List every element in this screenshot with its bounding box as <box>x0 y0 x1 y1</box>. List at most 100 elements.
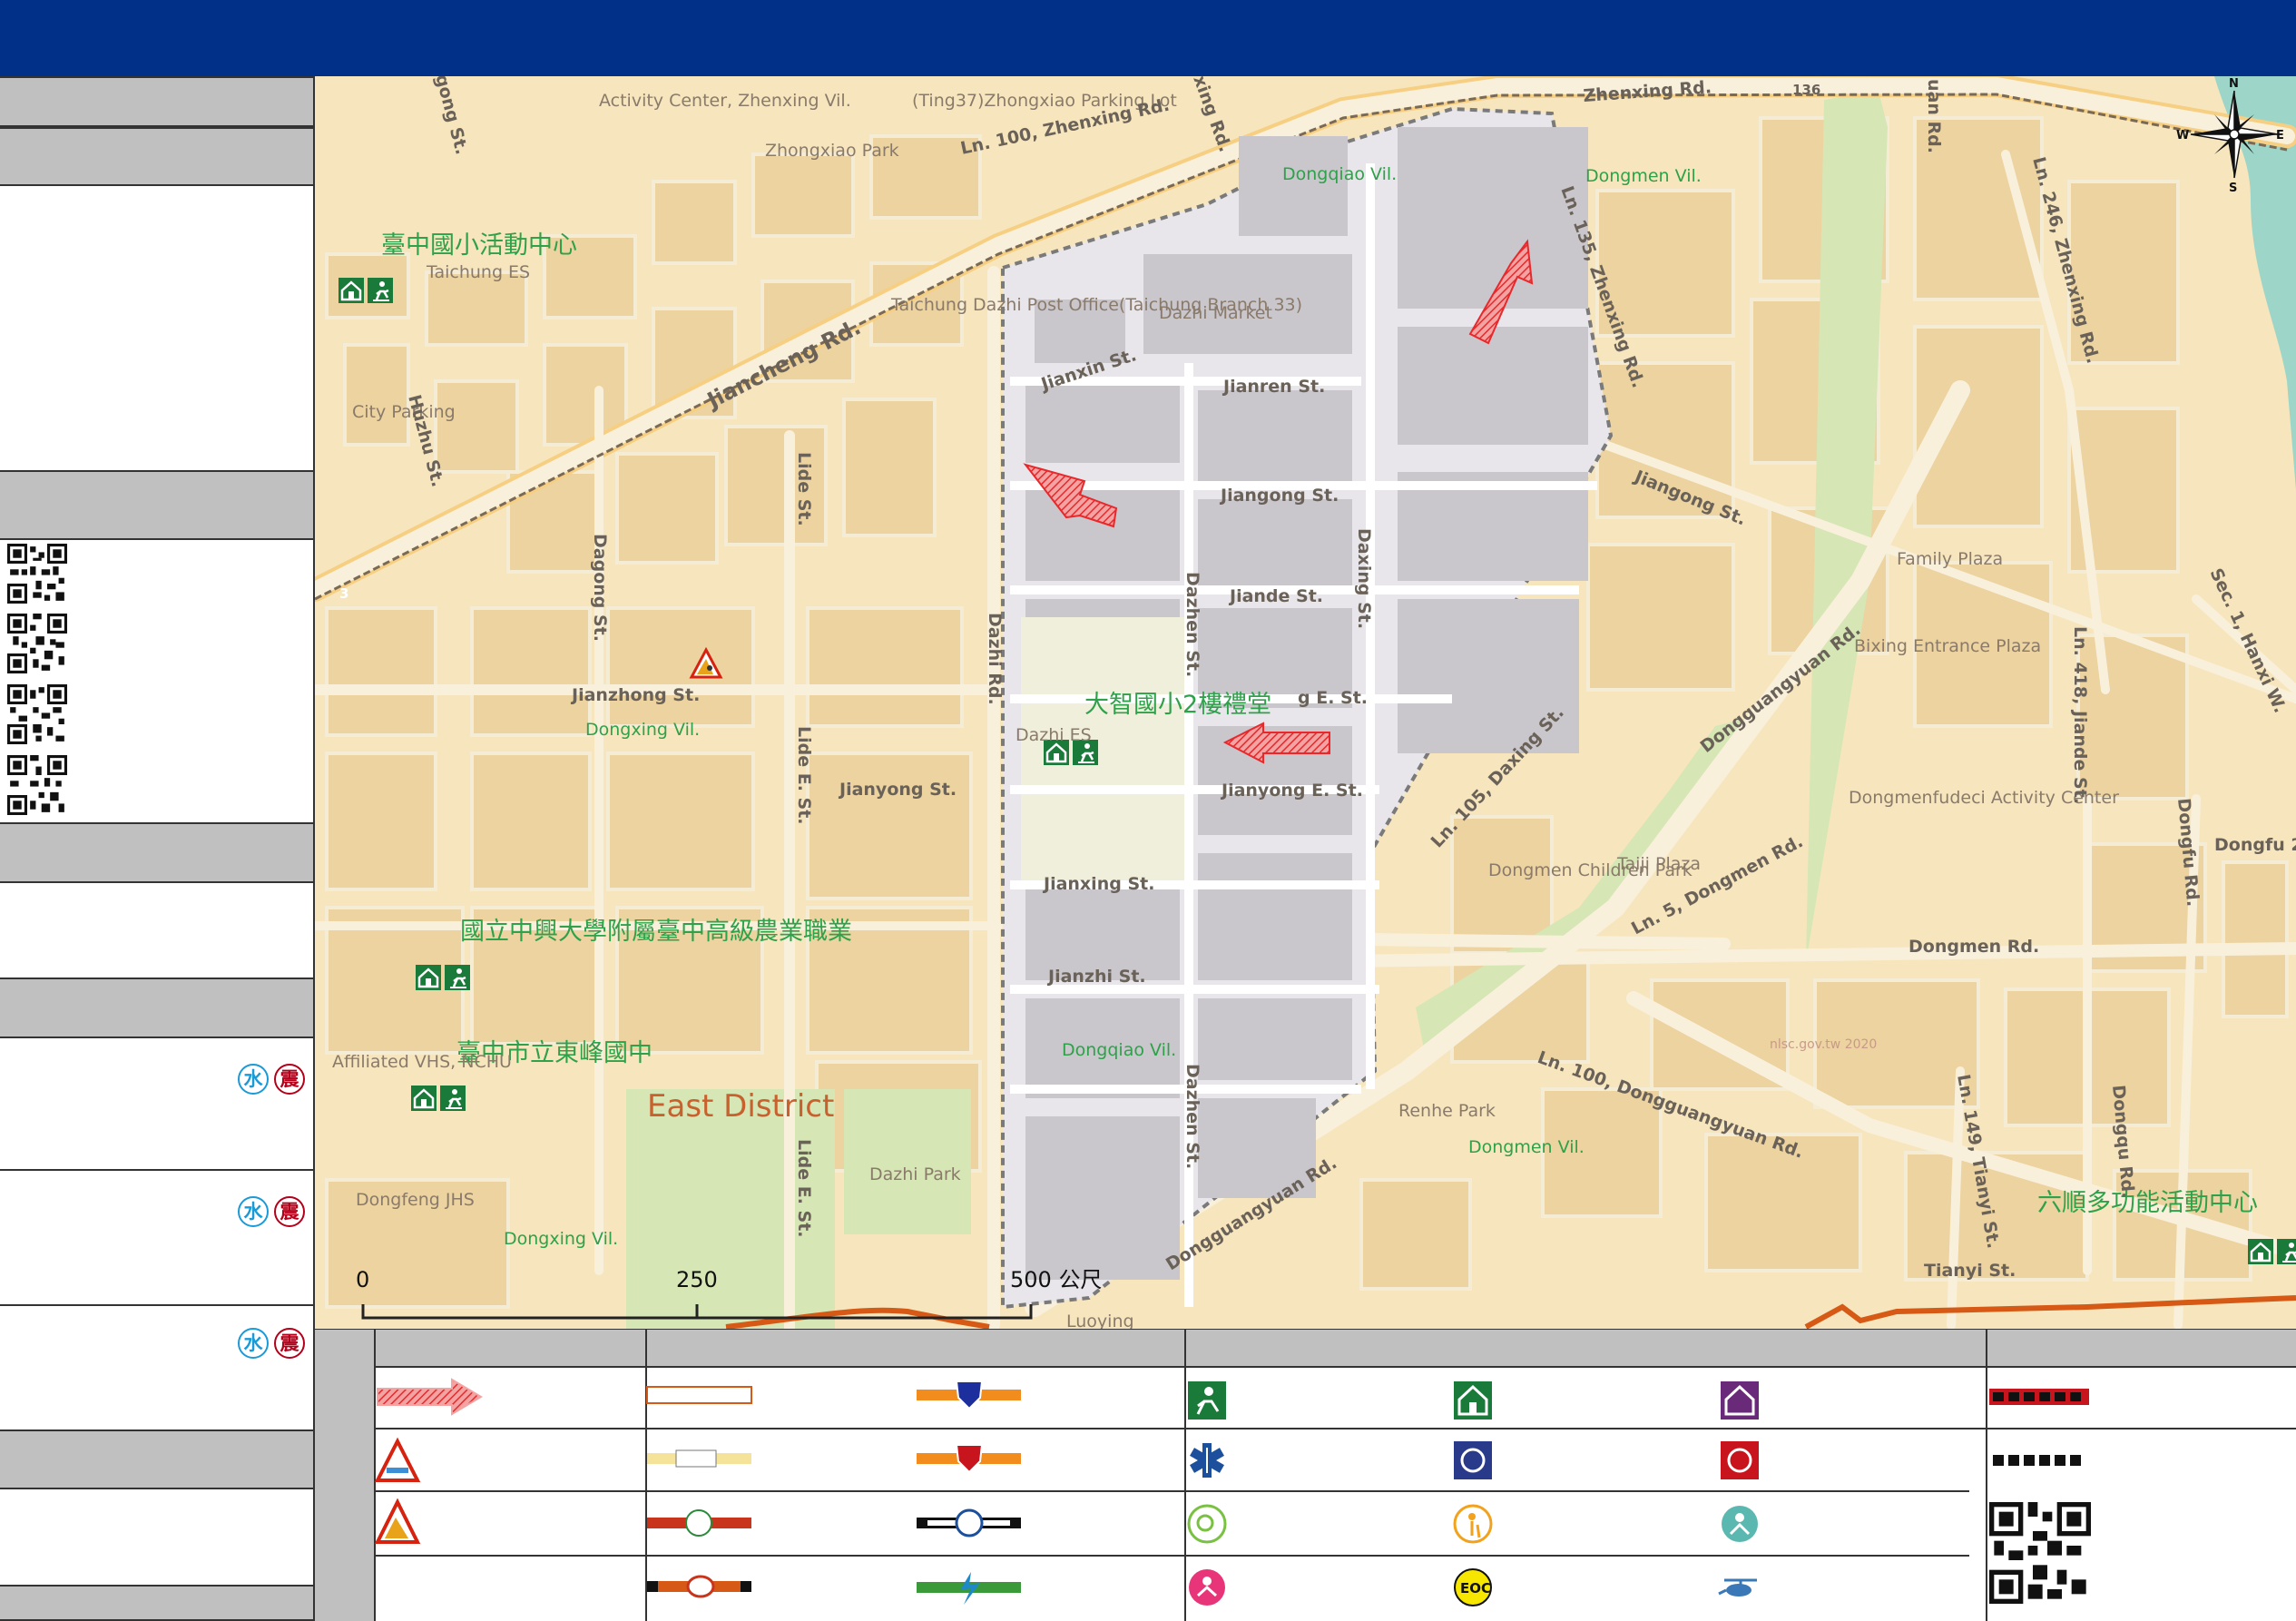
sidebar-section-header <box>0 76 313 127</box>
map-label-district: East District <box>647 1088 834 1125</box>
legend-shelter-house-icon <box>1454 1381 1492 1420</box>
earthquake-hazard-icon: 震 <box>274 1064 305 1095</box>
legend-childcare-icon <box>1722 1506 1758 1542</box>
map-label-poi: Affiliated VHS, NCHU <box>332 1052 512 1072</box>
svg-text:EOC: EOC <box>1460 1580 1491 1596</box>
map-label-street: Tianyi St. <box>1924 1261 2016 1281</box>
map-label-taichung-es-center: 臺中國小活動中心 <box>381 231 577 260</box>
sidebar-section-header <box>0 127 313 186</box>
qr-code-4[interactable] <box>7 755 67 815</box>
sidebar-info-panel <box>0 186 313 364</box>
map-label-road-number: 3 <box>339 585 348 602</box>
map-label-street: Lide E. St. <box>794 726 814 825</box>
qr-code-1[interactable] <box>7 544 67 604</box>
map-label-ag-vhs: 國立中興大學附屬臺中高級農業職業 <box>460 918 852 946</box>
map-label-village: Dongmen Vil. <box>1468 1137 1585 1157</box>
map-label-poi: Dazhi ES <box>1016 725 1092 745</box>
scale-label: 250 <box>676 1267 718 1292</box>
map-legend: EOC <box>315 1329 2296 1621</box>
sidebar-section-header <box>0 978 313 1038</box>
legend-qr-code[interactable] <box>1989 1502 2091 1604</box>
map-label-road-number: 136 <box>1792 82 1820 98</box>
map-label-street: Jianzhi St. <box>1046 967 1146 987</box>
map-label-poi: Dazhi Market <box>1159 303 1272 323</box>
map-label-street: Dazhi Rd. <box>985 613 1005 705</box>
map-label-street: Lide St. <box>794 452 814 526</box>
map-label-liushun: 六順多功能活動中心 <box>2037 1189 2258 1217</box>
scale-label: 500 公尺 <box>1010 1267 1102 1292</box>
map-label-poi: Bixing Entrance Plaza <box>1854 636 2041 656</box>
legend-elderly-care-icon <box>1453 1504 1493 1544</box>
legend-district-boundary <box>1989 1389 2089 1405</box>
legend-eoc-icon: EOC <box>1454 1568 1492 1606</box>
map-label-poi: Activity Center, Zhenxing Vil. <box>599 91 851 111</box>
sidebar-section-header <box>0 1585 313 1621</box>
legend-welfare-icon <box>1189 1569 1225 1606</box>
map-label-poi: Zhongxiao Park <box>765 141 899 161</box>
map-label-village: Dongxing Vil. <box>504 1229 618 1249</box>
map-label-village: Dongxing Vil. <box>585 720 700 740</box>
flood-hazard-icon: 水 <box>238 1196 269 1227</box>
map-label-street: Dongfu 2nd <box>2214 835 2296 855</box>
map-label-street: Ln. 418, Jiande St. <box>2070 626 2090 804</box>
map-label-street: Dongmen Rd. <box>1908 937 2039 957</box>
map-label-street: g E. St. <box>1298 688 1368 708</box>
map-label-poi: Renhe Park <box>1398 1101 1496 1121</box>
sidebar-shelter-row[interactable]: 水 震 <box>0 1306 313 1429</box>
map-label-poi: Dongmen Children Park <box>1488 860 1693 880</box>
map-label-street: Jiande St. <box>1228 586 1323 606</box>
map-label-street: Jianxing St. <box>1042 874 1154 894</box>
sidebar-section-header <box>0 470 313 540</box>
legend-police-icon <box>1454 1441 1492 1479</box>
map-label-poi: Dazhi Park <box>869 1164 961 1184</box>
evacuation-map[interactable]: 臺中國小活動中心 大智國小2樓禮堂 國立中興大學附屬臺中高級農業職業 臺中市立東… <box>315 76 2296 1329</box>
svg-text:W: W <box>2176 129 2189 142</box>
map-label-dazhi-hall: 大智國小2樓禮堂 <box>1084 691 1271 719</box>
map-label-poi: Taichung ES <box>426 262 530 282</box>
qr-code-2[interactable] <box>7 614 67 673</box>
sidebar-section-header <box>0 822 313 883</box>
earthquake-hazard-icon: 震 <box>274 1328 305 1359</box>
svg-text:E: E <box>2276 129 2284 142</box>
svg-text:N: N <box>2229 77 2239 91</box>
sidebar-section-header <box>0 1429 313 1489</box>
legend-road-white <box>646 1386 752 1404</box>
sidebar-shelter-row[interactable]: 水 震 <box>0 1038 313 1171</box>
flood-hazard-icon: 水 <box>238 1064 269 1095</box>
svg-text:S: S <box>2229 182 2237 195</box>
sidebar: 水 震 水 震 水 震 <box>0 76 315 1621</box>
map-label-street: Lide E. St. <box>794 1139 814 1238</box>
legend-shelter-purple-icon <box>1721 1381 1759 1420</box>
sidebar-text-panel <box>0 883 313 978</box>
sidebar-shelter-row[interactable]: 水 震 <box>0 1171 313 1306</box>
map-label-watermark: nlsc.gov.tw 2020 <box>1770 1037 1877 1052</box>
shelter-icon[interactable] <box>2246 1237 2296 1266</box>
earthquake-hazard-icon: 震 <box>274 1196 305 1227</box>
map-label-street: Jianyong E. St. <box>1220 781 1363 801</box>
map-label-street: Dazhen St. <box>1182 572 1202 677</box>
map-label-street: Dagong St. <box>590 534 610 642</box>
legend-fire-dept-icon <box>1721 1441 1759 1479</box>
scale-label: 0 <box>356 1267 369 1292</box>
map-label-poi: City Parking <box>352 402 456 422</box>
map-label-street: uan Rd. <box>1924 79 1944 153</box>
legend-top-header <box>375 1329 2296 1367</box>
legend-side-header <box>315 1329 375 1621</box>
qr-code-3[interactable] <box>7 684 67 744</box>
map-label-poi: Family Plaza <box>1897 549 2003 569</box>
sidebar-footer-panel <box>0 1489 313 1585</box>
map-label-street: Jiangong St. <box>1219 486 1339 506</box>
title-banner <box>0 0 2296 76</box>
map-label-village: Dongqiao Vil. <box>1062 1040 1176 1060</box>
legend-evacuation-person-icon <box>1188 1381 1226 1420</box>
map-label-street: Daxing St. <box>1354 528 1374 629</box>
map-label-poi: Luoying <box>1066 1312 1134 1329</box>
map-label-poi: Dongfeng JHS <box>356 1190 475 1210</box>
flood-hazard-icon: 水 <box>238 1328 269 1359</box>
map-label-village: Dongmen Vil. <box>1585 166 1702 186</box>
map-label-street: Jianzhong St. <box>570 685 700 705</box>
map-label-village: Dongqiao Vil. <box>1282 164 1397 184</box>
map-label-street: Jianyong St. <box>838 780 957 800</box>
map-label-street: Dazhen St. <box>1182 1064 1202 1169</box>
legend-wheelchair-icon <box>1187 1504 1227 1544</box>
